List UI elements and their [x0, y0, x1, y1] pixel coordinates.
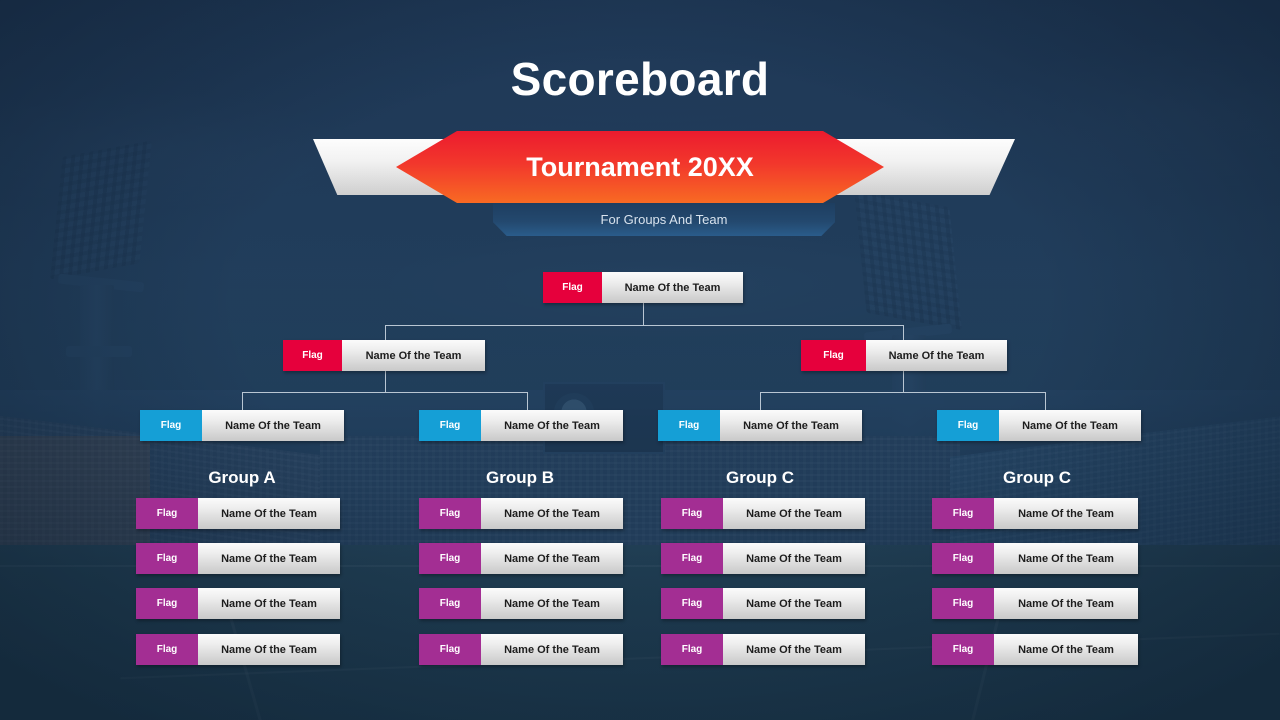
- group-team-pill[interactable]: Flag Name Of the Team: [661, 588, 865, 619]
- team-flag: Flag: [136, 498, 198, 529]
- team-flag: Flag: [543, 272, 602, 303]
- team-flag: Flag: [419, 410, 481, 441]
- team-name: Name Of the Team: [720, 410, 862, 441]
- team-flag: Flag: [661, 588, 723, 619]
- group-team-pill[interactable]: Flag Name Of the Team: [136, 498, 340, 529]
- bracket-connector: [385, 325, 903, 326]
- team-flag: Flag: [283, 340, 342, 371]
- group-team-pill[interactable]: Flag Name Of the Team: [136, 588, 340, 619]
- bracket-connector: [242, 392, 243, 410]
- group-team-pill[interactable]: Flag Name Of the Team: [661, 634, 865, 665]
- tournament-ribbon: Tournament 20XX: [0, 131, 1280, 203]
- group-team-pill[interactable]: Flag Name Of the Team: [136, 543, 340, 574]
- bracket-team-pill[interactable]: Flag Name Of the Team: [283, 340, 485, 371]
- team-flag: Flag: [658, 410, 720, 441]
- group-team-pill[interactable]: Flag Name Of the Team: [932, 588, 1138, 619]
- team-name: Name Of the Team: [481, 410, 623, 441]
- bracket-connector: [760, 392, 1046, 393]
- team-flag: Flag: [661, 634, 723, 665]
- team-flag: Flag: [136, 543, 198, 574]
- subtitle-bar: For Groups And Team: [493, 203, 835, 236]
- team-flag: Flag: [140, 410, 202, 441]
- team-name: Name Of the Team: [866, 340, 1007, 371]
- team-name: Name Of the Team: [723, 543, 865, 574]
- group-team-pill[interactable]: Flag Name Of the Team: [932, 634, 1138, 665]
- group-team-pill[interactable]: Flag Name Of the Team: [932, 498, 1138, 529]
- ribbon-banner: Tournament 20XX: [396, 131, 884, 203]
- bracket-team-pill[interactable]: Flag Name Of the Team: [801, 340, 1007, 371]
- team-name: Name Of the Team: [481, 588, 623, 619]
- team-name: Name Of the Team: [999, 410, 1141, 441]
- team-flag: Flag: [136, 588, 198, 619]
- team-flag: Flag: [419, 634, 481, 665]
- team-flag: Flag: [932, 543, 994, 574]
- bracket-connector: [903, 325, 904, 340]
- team-flag: Flag: [661, 543, 723, 574]
- bracket-team-pill[interactable]: Flag Name Of the Team: [543, 272, 743, 303]
- bracket-connector: [760, 392, 761, 410]
- group-team-pill[interactable]: Flag Name Of the Team: [419, 634, 623, 665]
- team-name: Name Of the Team: [481, 498, 623, 529]
- group-team-pill[interactable]: Flag Name Of the Team: [932, 543, 1138, 574]
- team-flag: Flag: [661, 498, 723, 529]
- group-team-pill[interactable]: Flag Name Of the Team: [661, 543, 865, 574]
- team-name: Name Of the Team: [994, 634, 1138, 665]
- team-flag: Flag: [937, 410, 999, 441]
- bracket-connector: [643, 301, 644, 325]
- bracket-team-pill[interactable]: Flag Name Of the Team: [419, 410, 623, 441]
- team-name: Name Of the Team: [198, 634, 340, 665]
- group-title: Group A: [208, 468, 276, 487]
- team-name: Name Of the Team: [342, 340, 485, 371]
- group-team-pill[interactable]: Flag Name Of the Team: [419, 498, 623, 529]
- team-flag: Flag: [419, 543, 481, 574]
- group-title: Group C: [726, 468, 794, 487]
- team-name: Name Of the Team: [198, 543, 340, 574]
- group-title: Group C: [1003, 468, 1071, 487]
- bracket-connector: [527, 392, 528, 410]
- team-flag: Flag: [932, 498, 994, 529]
- bracket-connector: [903, 369, 904, 392]
- team-name: Name Of the Team: [198, 498, 340, 529]
- team-flag: Flag: [136, 634, 198, 665]
- bracket-team-pill[interactable]: Flag Name Of the Team: [140, 410, 344, 441]
- team-flag: Flag: [419, 498, 481, 529]
- group-team-pill[interactable]: Flag Name Of the Team: [136, 634, 340, 665]
- team-flag: Flag: [932, 588, 994, 619]
- team-name: Name Of the Team: [994, 543, 1138, 574]
- ribbon-title: Tournament 20XX: [526, 151, 754, 182]
- page-title: Scoreboard: [510, 53, 770, 105]
- bracket-team-pill[interactable]: Flag Name Of the Team: [658, 410, 862, 441]
- team-flag: Flag: [419, 588, 481, 619]
- team-name: Name Of the Team: [602, 272, 743, 303]
- team-name: Name Of the Team: [481, 634, 623, 665]
- subtitle-text: For Groups And Team: [600, 212, 728, 227]
- group-team-pill[interactable]: Flag Name Of the Team: [661, 498, 865, 529]
- team-name: Name Of the Team: [994, 588, 1138, 619]
- bracket-team-pill[interactable]: Flag Name Of the Team: [937, 410, 1141, 441]
- bracket-connector: [1045, 392, 1046, 410]
- slide-content: Scoreboard Tournament 20XX For Groups An…: [0, 0, 1280, 720]
- team-flag: Flag: [801, 340, 866, 371]
- team-name: Name Of the Team: [723, 498, 865, 529]
- group-title: Group B: [486, 468, 554, 487]
- team-name: Name Of the Team: [723, 634, 865, 665]
- team-name: Name Of the Team: [202, 410, 344, 441]
- team-name: Name Of the Team: [994, 498, 1138, 529]
- bracket-connector: [385, 325, 386, 340]
- bracket-connector: [385, 369, 386, 392]
- group-team-pill[interactable]: Flag Name Of the Team: [419, 588, 623, 619]
- team-flag: Flag: [932, 634, 994, 665]
- team-name: Name Of the Team: [481, 543, 623, 574]
- team-name: Name Of the Team: [723, 588, 865, 619]
- group-team-pill[interactable]: Flag Name Of the Team: [419, 543, 623, 574]
- team-name: Name Of the Team: [198, 588, 340, 619]
- bracket-connector: [242, 392, 528, 393]
